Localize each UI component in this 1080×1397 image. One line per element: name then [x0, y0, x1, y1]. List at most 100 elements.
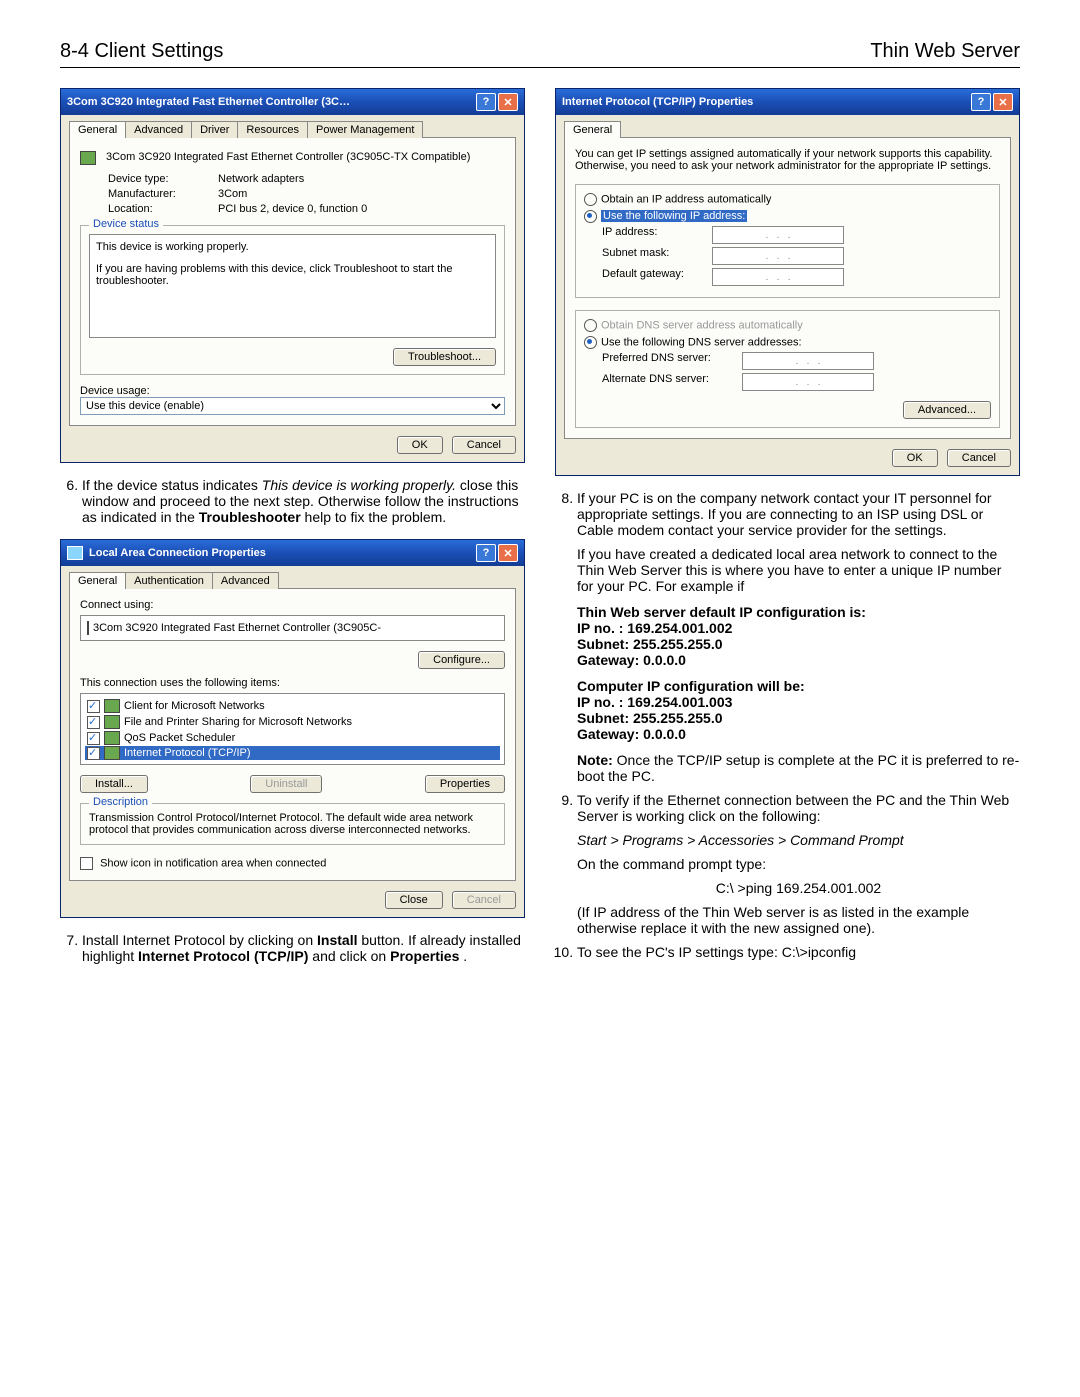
t: Install Internet Protocol by clicking on — [82, 932, 317, 948]
intro-text: You can get IP settings assigned automat… — [575, 148, 1000, 172]
ip-input[interactable]: . . . — [712, 226, 844, 244]
command: C:\>ipconfig — [782, 944, 856, 960]
component-icon — [104, 746, 120, 760]
close-icon[interactable]: ✕ — [498, 93, 518, 111]
mfr-label: Manufacturer: — [108, 188, 218, 200]
preferred-dns-input[interactable]: . . . — [742, 352, 874, 370]
t: Gateway: 0.0.0.0 — [577, 652, 1020, 668]
tab-general[interactable]: General — [69, 572, 126, 589]
gateway-label: Default gateway: — [602, 268, 712, 286]
help-icon[interactable]: ? — [971, 93, 991, 111]
radio-manual-ip[interactable] — [584, 210, 597, 223]
component-icon — [104, 715, 120, 729]
description-legend: Description — [89, 796, 152, 808]
items-label: This connection uses the following items… — [80, 677, 505, 689]
list-item-selected[interactable]: Internet Protocol (TCP/IP) — [85, 746, 500, 760]
usage-label: Device usage: — [80, 385, 505, 397]
checkbox[interactable] — [87, 732, 100, 745]
cancel-button[interactable]: Cancel — [947, 449, 1011, 467]
t: If the device status indicates — [82, 477, 262, 493]
step-7: Install Internet Protocol by clicking on… — [60, 932, 525, 964]
adapter-name: 3Com 3C920 Integrated Fast Ethernet Cont… — [93, 622, 381, 634]
window-title: 3Com 3C920 Integrated Fast Ethernet Cont… — [67, 96, 474, 108]
t: To see the PC's IP settings type: — [577, 944, 782, 960]
tab-general[interactable]: General — [69, 121, 126, 138]
radio-auto-dns — [584, 319, 597, 332]
t: Troubleshooter — [199, 509, 301, 525]
help-icon[interactable]: ? — [476, 93, 496, 111]
tabs: General Advanced Driver Resources Power … — [69, 121, 516, 138]
close-icon[interactable]: ✕ — [498, 544, 518, 562]
install-button[interactable]: Install... — [80, 775, 148, 793]
command: C:\ >ping 169.254.001.002 — [577, 880, 1020, 896]
step-8: If your PC is on the company network con… — [555, 490, 1020, 960]
t: and click on — [312, 948, 390, 964]
loc-value: PCI bus 2, device 0, function 0 — [218, 203, 505, 215]
tab-general[interactable]: General — [564, 121, 621, 138]
radio-auto-ip[interactable] — [584, 193, 597, 206]
lan-properties-window: Local Area Connection Properties ? ✕ Gen… — [60, 539, 525, 918]
advanced-button[interactable]: Advanced... — [903, 401, 991, 419]
titlebar[interactable]: Internet Protocol (TCP/IP) Properties ? … — [556, 89, 1019, 115]
checkbox[interactable] — [87, 700, 100, 713]
t: QoS Packet Scheduler — [124, 732, 235, 744]
list-item[interactable]: QoS Packet Scheduler — [85, 730, 500, 746]
help-icon[interactable]: ? — [476, 544, 496, 562]
t: Subnet: 255.255.255.0 — [577, 710, 1020, 726]
device-usage-select[interactable]: Use this device (enable) — [80, 397, 505, 415]
ok-button[interactable]: OK — [892, 449, 938, 467]
status-text2: If you are having problems with this dev… — [96, 263, 489, 287]
list-item[interactable]: Client for Microsoft Networks — [85, 698, 500, 714]
gateway-input[interactable]: . . . — [712, 268, 844, 286]
tab-driver[interactable]: Driver — [191, 121, 238, 138]
t: Thin Web server default IP configuration… — [577, 604, 1020, 620]
properties-button[interactable]: Properties — [425, 775, 505, 793]
configure-button[interactable]: Configure... — [418, 651, 505, 669]
window-title: Internet Protocol (TCP/IP) Properties — [562, 96, 969, 108]
tab-resources[interactable]: Resources — [237, 121, 308, 138]
tab-auth[interactable]: Authentication — [125, 572, 213, 589]
titlebar[interactable]: 3Com 3C920 Integrated Fast Ethernet Cont… — [61, 89, 524, 115]
tcpip-properties-window: Internet Protocol (TCP/IP) Properties ? … — [555, 88, 1020, 476]
ok-button[interactable]: OK — [397, 436, 443, 454]
cancel-button[interactable]: Cancel — [452, 436, 516, 454]
tab-power[interactable]: Power Management — [307, 121, 423, 138]
subnet-input[interactable]: . . . — [712, 247, 844, 265]
cancel-button: Cancel — [452, 891, 516, 909]
titlebar[interactable]: Local Area Connection Properties ? ✕ — [61, 540, 524, 566]
adapter-icon — [80, 151, 96, 165]
tab-advanced[interactable]: Advanced — [212, 572, 279, 589]
t: Use the following IP address: — [601, 210, 747, 222]
close-button[interactable]: Close — [385, 891, 443, 909]
status-legend: Device status — [89, 218, 163, 230]
adapter-icon — [87, 621, 89, 635]
page-number-title: 8-4 Client Settings — [60, 40, 223, 63]
radio-manual-dns[interactable] — [584, 336, 597, 349]
uninstall-button: Uninstall — [250, 775, 322, 793]
mfr-value: 3Com — [218, 188, 505, 200]
t: . — [463, 948, 467, 964]
checkbox[interactable] — [87, 716, 100, 729]
checkbox[interactable] — [87, 747, 100, 760]
t: To verify if the Ethernet connection bet… — [577, 792, 1009, 824]
loc-label: Location: — [108, 203, 218, 215]
t: Properties — [390, 948, 459, 964]
t: If you have created a dedicated local ar… — [577, 546, 1020, 594]
close-icon[interactable]: ✕ — [993, 93, 1013, 111]
t: Client for Microsoft Networks — [124, 700, 265, 712]
t: Computer IP configuration will be: — [577, 678, 1020, 694]
alternate-dns-input[interactable]: . . . — [742, 373, 874, 391]
t: Install — [317, 932, 357, 948]
tab-advanced[interactable]: Advanced — [125, 121, 192, 138]
show-icon-checkbox[interactable] — [80, 857, 93, 870]
t: File and Printer Sharing for Microsoft N… — [124, 716, 352, 728]
list-item[interactable]: File and Printer Sharing for Microsoft N… — [85, 714, 500, 730]
t: Once the TCP/IP setup is complete at the… — [577, 752, 1019, 784]
t: Subnet: 255.255.255.0 — [577, 636, 1020, 652]
device-status-group: Device status This device is working pro… — [80, 225, 505, 375]
t: Obtain an IP address automatically — [601, 193, 771, 205]
component-icon — [104, 699, 120, 713]
troubleshoot-button[interactable]: Troubleshoot... — [393, 348, 496, 366]
component-icon — [104, 731, 120, 745]
devtype-value: Network adapters — [218, 173, 505, 185]
